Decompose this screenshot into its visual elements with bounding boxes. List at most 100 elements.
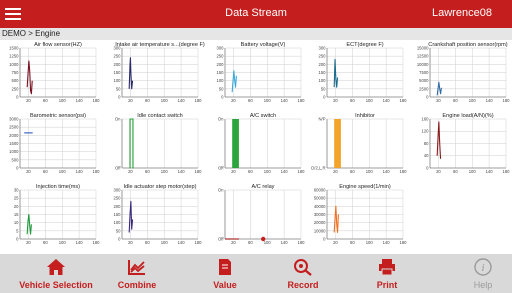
x-tick-label: 20 [26, 98, 31, 103]
y-tick-label: 25 [14, 196, 19, 201]
series-area [231, 119, 239, 168]
x-tick-label: 180 [92, 169, 100, 174]
x-tick-label: 140 [280, 240, 288, 245]
y-tick-label: 0 [16, 236, 19, 241]
y-tick-label: 1000 [9, 62, 19, 67]
y-tick-label: 20 [14, 204, 19, 209]
y-tick-label: 60000 [314, 188, 326, 193]
chart-title: Crankshaft position sensor(rpm) [428, 42, 508, 48]
x-tick-label: 180 [92, 98, 100, 103]
y-tick-label: 0 [426, 165, 429, 170]
x-tick-label: 180 [195, 240, 203, 245]
nav-print-button[interactable]: Print [352, 254, 422, 293]
nav-value-button[interactable]: Value [190, 254, 260, 293]
x-tick-label: 140 [178, 169, 186, 174]
x-tick-label: 20 [333, 169, 338, 174]
info-help-icon: i [473, 258, 493, 281]
y-tick-label: 80 [423, 141, 428, 146]
chart-panel[interactable]: Intake air temperature s...(degree F) 20 6… [102, 40, 206, 111]
x-tick-label: 180 [195, 169, 203, 174]
y-tick-label: 250 [11, 86, 19, 91]
x-tick-label: 180 [297, 98, 305, 103]
chart-title: Idle actuator step motor(step) [124, 184, 197, 190]
x-tick-label: 180 [297, 169, 305, 174]
x-tick-label: 60 [350, 98, 355, 103]
chart-svg: A/C relay 20 60 100 140 180 Off On [218, 184, 305, 245]
svg-text:i: i [481, 262, 484, 274]
x-tick-label: 140 [485, 98, 493, 103]
chart-panel[interactable]: Battery voltage(V) 20 60 100 140 180 0 50 100 150… [205, 40, 307, 111]
nav-record-button[interactable]: Record [268, 254, 338, 293]
y-tick-label: 40000 [314, 204, 326, 209]
y-tick-label: 250 [114, 54, 122, 59]
chart-svg: Intake air temperature s...(degree F) 20 6… [114, 42, 206, 103]
chart-panel[interactable]: Engine load(A/N)(%) 20 60 100 140 180 0 40 80 120… [410, 111, 512, 182]
y-tick-label: 300 [319, 46, 327, 51]
chart-panel[interactable]: ECT(degree F) 20 60 100 140 180 0 50 100 150 200 25… [307, 40, 409, 111]
series-line [436, 121, 441, 159]
chart-panel[interactable]: Air flow sensor(HZ) 20 60 100 140 180 0 250 500 7… [0, 40, 102, 111]
y-tick-label: On [115, 117, 121, 122]
y-tick-label: 0 [16, 94, 19, 99]
y-tick-label: 15 [14, 212, 19, 217]
nav-help-button[interactable]: i Help [448, 254, 512, 293]
chart-panel[interactable]: Idle contact switch 20 60 100 140 180 Off On [102, 111, 204, 182]
x-tick-label: 180 [195, 98, 203, 103]
x-tick-label: 140 [178, 240, 186, 245]
chart-svg: Inhibitor 20 60 100 140 180 D/2,L,R N/P [311, 113, 408, 174]
document-value-icon [215, 258, 235, 281]
series-area [334, 119, 342, 168]
y-tick-label: 250 [319, 54, 327, 59]
x-tick-label: 60 [43, 169, 48, 174]
chart-svg: Engine speed(1/min) 20 60 100 140 180 0 10000 20… [314, 184, 407, 245]
y-tick-label: 15000 [416, 46, 428, 51]
y-tick-label: Off [115, 165, 121, 170]
series-line [26, 213, 32, 235]
y-tick-label: 500 [11, 157, 19, 162]
x-tick-label: 20 [436, 98, 441, 103]
x-tick-label: 20 [26, 169, 31, 174]
x-tick-label: 180 [400, 169, 408, 174]
x-tick-label: 180 [502, 169, 510, 174]
y-tick-label: 5 [16, 228, 19, 233]
nav-label: Value [213, 280, 237, 290]
x-tick-label: 100 [59, 169, 67, 174]
chart-title: Intake air temperature s...(degree F) [116, 42, 206, 48]
chart-panel[interactable]: Injection time(ms) 20 60 100 140 180 0 5 10 15 20 2… [0, 182, 102, 253]
nav-vehicle-selection-button[interactable]: Vehicle Selection [0, 254, 112, 293]
chart-title: Battery voltage(V) [240, 42, 285, 48]
chart-panel[interactable]: Idle actuator step motor(step) 20 60 100 140… [102, 182, 204, 253]
y-tick-label: 50 [321, 86, 326, 91]
chart-panel[interactable]: Crankshaft position sensor(rpm) 20 60 100 14… [410, 40, 512, 111]
x-tick-label: 20 [128, 98, 133, 103]
breadcrumb: DEMO > Engine [0, 28, 512, 40]
x-tick-label: 180 [400, 98, 408, 103]
y-tick-label: 50000 [314, 196, 326, 201]
y-tick-label: 200 [114, 204, 122, 209]
user-name[interactable]: Lawrence08 [432, 7, 492, 19]
x-tick-label: 100 [468, 98, 476, 103]
x-tick-label: 60 [350, 169, 355, 174]
nav-combine-button[interactable]: Combine [102, 254, 172, 293]
y-tick-label: 150 [319, 70, 327, 75]
x-tick-label: 100 [161, 169, 169, 174]
nav-label: Combine [117, 280, 157, 290]
y-tick-label: 50 [219, 86, 224, 91]
x-tick-label: 60 [350, 240, 355, 245]
chart-panel[interactable]: Engine speed(1/min) 20 60 100 140 180 0 10000 20… [307, 182, 409, 253]
y-tick-label: 0 [119, 94, 122, 99]
x-tick-label: 100 [366, 98, 374, 103]
chart-panel[interactable]: Barometric sensor(psi) 20 60 100 140 180 0 500 1… [0, 111, 102, 182]
y-tick-label: 0 [426, 94, 429, 99]
chart-title: Inhibitor [355, 113, 375, 119]
chart-panel[interactable]: Inhibitor 20 60 100 140 180 D/2,L,R N/P [307, 111, 409, 182]
combine-chart-icon [127, 258, 147, 281]
chart-panel[interactable]: A/C switch 20 60 100 140 180 Off On [205, 111, 307, 182]
x-tick-label: 20 [333, 98, 338, 103]
chart-title: A/C relay [251, 184, 274, 190]
chart-panel[interactable]: A/C relay 20 60 100 140 180 Off On [205, 182, 307, 253]
x-tick-label: 100 [264, 169, 272, 174]
x-tick-label: 60 [43, 98, 48, 103]
y-tick-label: 500 [11, 78, 19, 83]
chart-title: Engine load(A/N)(%) [442, 113, 493, 119]
